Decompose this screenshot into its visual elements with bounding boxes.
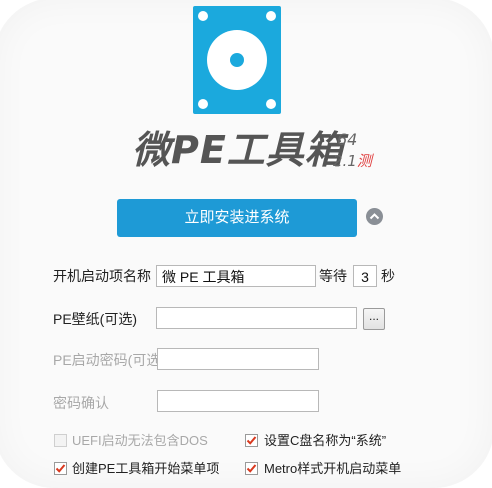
start-menu-checkbox[interactable] [54, 462, 67, 475]
chevron-up-icon [369, 213, 380, 220]
set-c-name-checkbox[interactable] [245, 434, 258, 447]
checkmark-icon [246, 464, 257, 473]
start-menu-label: 创建PE工具箱开始菜单项 [72, 461, 220, 476]
metro-menu-checkbox[interactable] [245, 462, 258, 475]
password-confirm-input[interactable] [157, 390, 319, 412]
browse-wallpaper-button[interactable]: ... [363, 308, 385, 330]
password-label: PE启动密码(可选) [53, 352, 165, 368]
set-c-name-label: 设置C盘名称为“系统” [264, 433, 387, 448]
checkmark-icon [55, 464, 66, 473]
version-label: 2.1测 [333, 150, 372, 171]
version-arch: 64 [337, 130, 358, 149]
wait-unit-label: 秒 [381, 268, 395, 284]
wait-seconds-input[interactable]: 3 [353, 265, 377, 287]
collapse-options-button[interactable] [366, 208, 383, 225]
wallpaper-label: PE壁纸(可选) [53, 311, 137, 327]
app-logo-icon [193, 6, 281, 114]
boot-name-label: 开机启动项名称 [53, 268, 151, 284]
uefi-no-dos-checkbox[interactable] [54, 434, 67, 447]
metro-menu-label: Metro样式开机启动菜单 [264, 461, 402, 476]
wallpaper-input[interactable] [156, 307, 357, 329]
boot-name-input[interactable]: 微 PE 工具箱 [156, 265, 316, 287]
version-number: 2.1 [333, 152, 357, 170]
app-brand-title: 微PE工具箱 [132, 128, 344, 172]
version-tag: 测 [356, 152, 372, 170]
checkmark-icon [246, 436, 257, 445]
uefi-no-dos-label: UEFI启动无法包含DOS [72, 433, 208, 448]
password-input[interactable] [157, 348, 319, 370]
install-to-system-button[interactable]: 立即安装进系统 [117, 199, 357, 237]
password-confirm-label: 密码确认 [53, 395, 109, 411]
wait-label: 等待 [319, 268, 347, 284]
